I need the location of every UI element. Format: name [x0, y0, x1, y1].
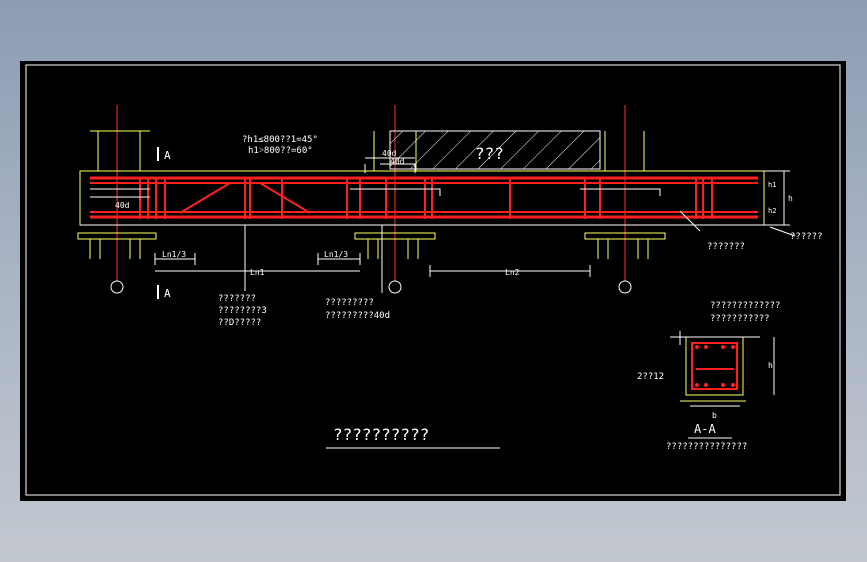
- svg-text:A: A: [164, 287, 171, 300]
- note-d: ??????: [790, 232, 823, 242]
- forty-d-label-left: 40d: [115, 201, 130, 210]
- note-b-1: ?????????: [325, 298, 374, 308]
- forty-d-label-b: 40d: [390, 157, 405, 166]
- svg-text:A: A: [164, 149, 171, 162]
- dim-ln1-left: Ln1/3: [162, 250, 186, 259]
- dim-h: h: [788, 194, 793, 203]
- dim-ln2: Ln2: [505, 268, 520, 277]
- sec-title: A-A: [694, 422, 716, 436]
- sec-dim-b: b: [712, 411, 717, 420]
- axis-bubbles: [110, 280, 632, 294]
- note-a-3: ??D?????: [218, 318, 261, 328]
- dim-ln1: Ln1: [250, 268, 265, 277]
- sec-dim-h: h: [768, 361, 773, 370]
- main-title: ??????????: [333, 425, 429, 444]
- sec-note-1: ?????????????: [710, 301, 780, 311]
- note-c: ???????: [707, 242, 745, 252]
- hatch-label: ???: [475, 144, 504, 163]
- dim-h2: h2: [768, 207, 776, 215]
- dim-ln1-right: Ln1/3: [324, 250, 348, 259]
- section-marker-bottom: A: [157, 285, 171, 300]
- note-a-1: ???????: [218, 294, 256, 304]
- note-b-2: ?????????40d: [325, 311, 390, 321]
- sec-stirrup: 2??12: [637, 372, 664, 382]
- section-marker-top: A: [157, 147, 171, 162]
- dim-h1: h1: [768, 181, 776, 189]
- sec-note-2: ???????????: [710, 314, 770, 324]
- sec-caption: ???????????????: [666, 442, 747, 452]
- note-a-2: ????????3: [218, 306, 267, 316]
- angle-note-2: h1˃800??=60°: [248, 146, 313, 156]
- drawing-canvas: ??? 40d 40d 40d ?h1≤800??1=45° h1˃800??=…: [20, 61, 846, 501]
- section-a-a: [670, 331, 775, 407]
- beam-reinforcement-drawing: ??? 40d 40d 40d ?h1≤800??1=45° h1˃800??=…: [25, 64, 841, 496]
- drawing-frame: [25, 64, 841, 496]
- angle-note-1: ?h1≤800??1=45°: [242, 135, 318, 145]
